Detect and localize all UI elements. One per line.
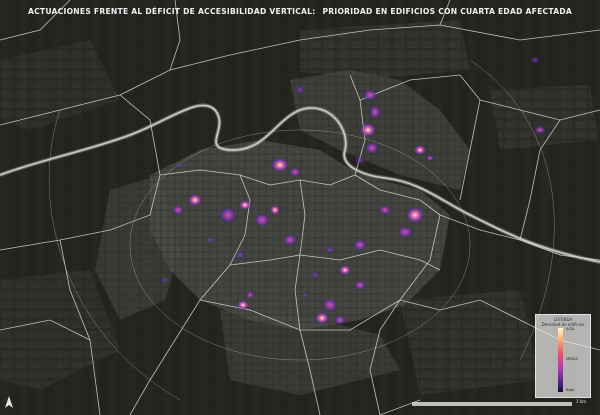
- legend-label-high: ALTA: [566, 327, 575, 331]
- title-part-1: ACTUACIONES FRENTE AL DÉFICIT DE ACCESIB…: [27, 7, 316, 16]
- map-canvas: [0, 0, 600, 415]
- scale-bar-label: 1 km: [576, 399, 587, 404]
- scale-bar: [412, 402, 572, 406]
- map-title: ACTUACIONES FRENTE AL DÉFICIT DE ACCESIB…: [0, 7, 600, 16]
- legend-panel: LEYENDA Densidad de edificios ALTA MEDIA…: [535, 314, 591, 398]
- legend-label-low: BAJA: [566, 388, 575, 392]
- legend-title: LEYENDA Densidad de edificios: [541, 317, 585, 327]
- legend-label-mid: MEDIA: [566, 357, 578, 361]
- title-part-2: PRIORIDAD EN EDIFICIOS CON CUARTA EDAD A…: [322, 7, 573, 16]
- north-arrow-icon: [5, 396, 13, 408]
- legend-color-ramp: [558, 328, 563, 392]
